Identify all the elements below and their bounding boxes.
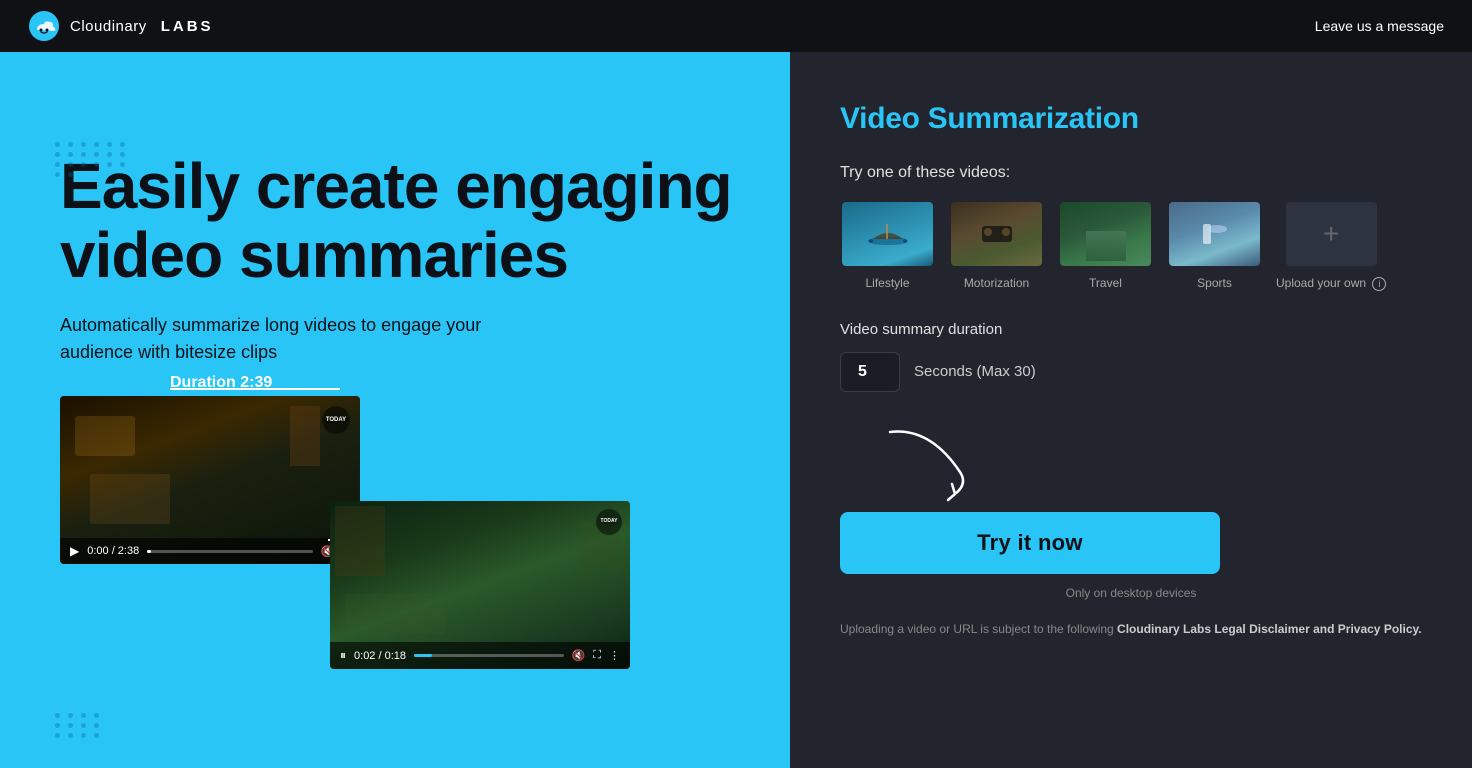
- disclaimer: Uploading a video or URL is subject to t…: [840, 620, 1422, 638]
- video-option-travel[interactable]: Travel: [1058, 200, 1153, 290]
- video-thumb-travel[interactable]: [1058, 200, 1153, 268]
- video-option-lifestyle[interactable]: Lifestyle: [840, 200, 935, 290]
- video-controls-1[interactable]: ▶ 0:00 / 2:38 🔇 ⛶: [60, 538, 360, 564]
- video-time-2: 0:02 / 0:18: [354, 650, 406, 662]
- video-area: Duration 2:39 TODAY ▶ 0:00 / 2:: [60, 396, 740, 696]
- video-option-upload[interactable]: + Upload your own i: [1276, 200, 1386, 291]
- pause-icon-2[interactable]: ⏸: [340, 648, 346, 663]
- motorization-label: Motorization: [964, 276, 1029, 290]
- curved-arrow-right: [880, 422, 980, 502]
- main-layout: Easily create engaging video summaries A…: [0, 52, 1472, 768]
- upload-label: Upload your own i: [1276, 276, 1386, 291]
- video-option-sports[interactable]: Sports: [1167, 200, 1262, 290]
- video-time-1: 0:00 / 2:38: [87, 545, 139, 557]
- progress-fill-1: [147, 550, 150, 553]
- try-it-now-button[interactable]: Try it now: [840, 512, 1220, 574]
- video-thumb-1[interactable]: TODAY ▶ 0:00 / 2:38 🔇 ⛶: [60, 396, 360, 564]
- play-icon-1[interactable]: ▶: [70, 544, 79, 558]
- plus-icon: +: [1323, 218, 1339, 250]
- duration-title: Video summary duration: [840, 321, 1422, 338]
- logo-labs-text: LABS: [161, 18, 214, 35]
- video-controls-2[interactable]: ⏸ 0:02 / 0:18 🔇 ⛶ ⋮: [330, 642, 630, 669]
- upload-info-icon[interactable]: i: [1372, 277, 1386, 291]
- duration-input[interactable]: [840, 352, 900, 392]
- section-title: Video Summarization: [840, 102, 1422, 136]
- left-panel: Easily create engaging video summaries A…: [0, 52, 790, 768]
- boat-icon: [863, 219, 913, 249]
- duration-line-1: [170, 388, 340, 390]
- mute-icon-2[interactable]: 🔇: [572, 649, 586, 662]
- duration-input-row: Seconds (Max 30): [840, 352, 1422, 392]
- disclaimer-text: Uploading a video or URL is subject to t…: [840, 622, 1117, 636]
- dot-pattern-top: [55, 142, 128, 177]
- progress-bar-1[interactable]: [147, 550, 312, 553]
- fullscreen-icon-2[interactable]: ⛶: [593, 649, 601, 662]
- header: Cloudinary LABS Leave us a message: [0, 0, 1472, 52]
- video-thumb-motorization[interactable]: [949, 200, 1044, 268]
- logo-area: Cloudinary LABS: [28, 10, 214, 42]
- video-option-motorization[interactable]: Motorization: [949, 200, 1044, 290]
- desktop-only-label: Only on desktop devices: [840, 586, 1422, 600]
- sports-label: Sports: [1197, 276, 1232, 290]
- duration-section: Video summary duration Seconds (Max 30): [840, 321, 1422, 392]
- cloudinary-logo-icon: [28, 10, 60, 42]
- video-thumb-2[interactable]: TODAY ⏸ 0:02 / 0:18 🔇 ⛶ ⋮: [330, 501, 630, 669]
- hero-title: Easily create engaging video summaries: [60, 152, 740, 290]
- dot-pattern-bottom: [55, 713, 102, 738]
- disclaimer-link[interactable]: Cloudinary Labs Legal Disclaimer and Pri…: [1117, 622, 1422, 636]
- progress-fill-2: [414, 654, 432, 657]
- arrow-decoration-area: [840, 422, 1422, 502]
- progress-bar-2[interactable]: [414, 654, 564, 657]
- video-options-grid: Lifestyle Motorization: [840, 200, 1422, 291]
- duration-unit: Seconds (Max 30): [914, 363, 1036, 380]
- right-panel: Video Summarization Try one of these vid…: [790, 52, 1472, 768]
- hero-subtitle: Automatically summarize long videos to e…: [60, 312, 490, 366]
- more-icon-2[interactable]: ⋮: [609, 649, 620, 662]
- video-thumb-lifestyle[interactable]: [840, 200, 935, 268]
- leave-message-link[interactable]: Leave us a message: [1315, 18, 1444, 34]
- try-videos-label: Try one of these videos:: [840, 164, 1422, 182]
- logo-cloudinary-text: Cloudinary: [70, 18, 147, 35]
- travel-label: Travel: [1089, 276, 1122, 290]
- video-thumb-sports[interactable]: [1167, 200, 1262, 268]
- video-thumb-upload[interactable]: +: [1284, 200, 1379, 268]
- lifestyle-label: Lifestyle: [865, 276, 909, 290]
